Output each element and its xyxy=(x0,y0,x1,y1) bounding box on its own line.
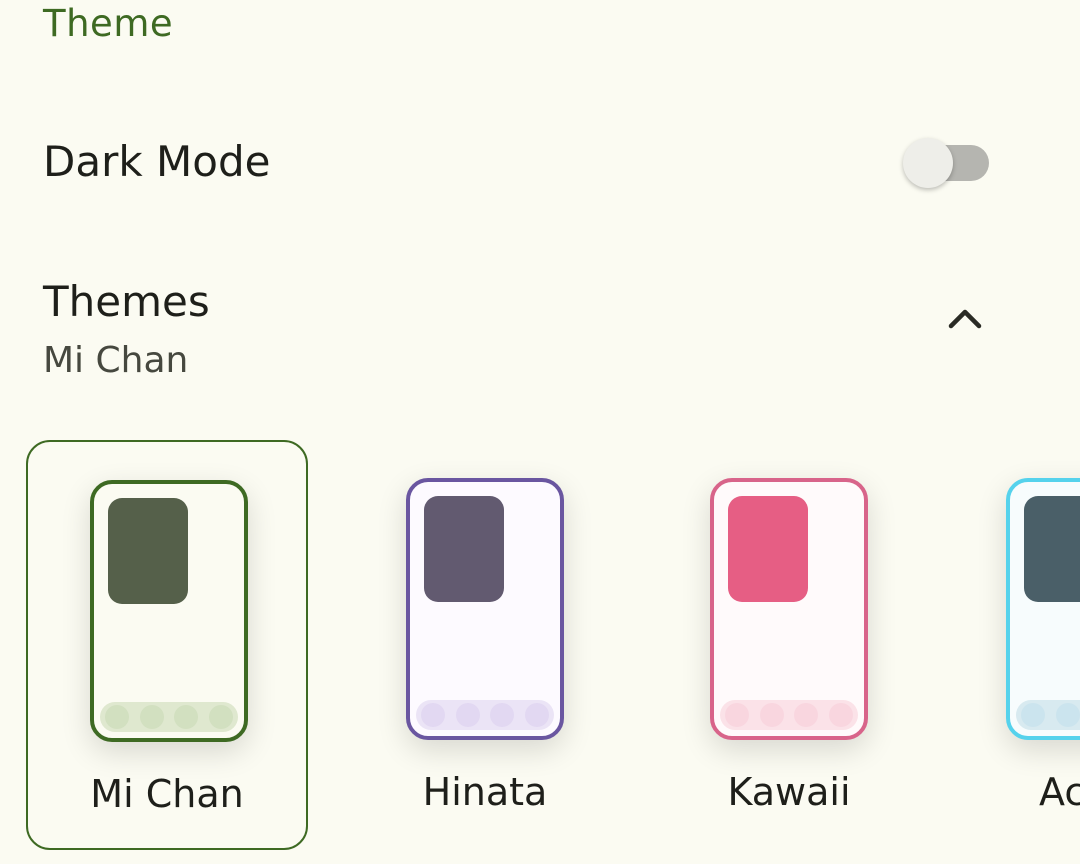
toggle-thumb xyxy=(903,138,953,188)
preview-block xyxy=(424,496,504,602)
theme-preview xyxy=(406,478,564,740)
theme-name: Mi Chan xyxy=(90,772,244,816)
preview-nav-dot xyxy=(1021,703,1046,727)
theme-preview xyxy=(1006,478,1080,740)
theme-name: Hinata xyxy=(422,770,548,814)
preview-nav-dot xyxy=(1055,703,1080,727)
preview-nav-dot xyxy=(139,705,164,729)
preview-nav-bar xyxy=(1016,700,1080,730)
dark-mode-row[interactable]: Dark Mode xyxy=(0,110,1080,220)
preview-nav-dot xyxy=(421,703,446,727)
dark-mode-label: Dark Mode xyxy=(43,137,271,186)
chevron-up-icon[interactable] xyxy=(945,302,985,332)
preview-nav-dot xyxy=(828,703,853,727)
dark-mode-toggle[interactable] xyxy=(903,138,989,188)
theme-card-kawaii[interactable]: Kawaii xyxy=(648,440,930,850)
section-title: Theme xyxy=(43,2,174,45)
preview-block xyxy=(108,498,188,604)
preview-block xyxy=(1024,496,1080,602)
theme-settings-page: Theme Dark Mode Themes Mi Chan Mi Chan H… xyxy=(0,0,1080,864)
preview-nav-dot xyxy=(759,703,784,727)
theme-preview xyxy=(90,480,248,742)
theme-name: Kawaii xyxy=(727,770,851,814)
preview-nav-bar xyxy=(720,700,858,730)
preview-nav-dot xyxy=(794,703,819,727)
theme-preview xyxy=(710,478,868,740)
preview-nav-dot xyxy=(725,703,750,727)
preview-nav-dot xyxy=(524,703,549,727)
preview-nav-bar xyxy=(100,702,238,732)
preview-nav-dot xyxy=(455,703,480,727)
preview-nav-dot xyxy=(174,705,199,729)
theme-card-ac[interactable]: Ac xyxy=(944,440,1080,850)
themes-row[interactable]: Themes Mi Chan xyxy=(0,262,1080,392)
theme-card-hinata[interactable]: Hinata xyxy=(344,440,626,850)
preview-nav-bar xyxy=(416,700,554,730)
preview-nav-dot xyxy=(105,705,130,729)
themes-label: Themes xyxy=(43,277,210,326)
preview-nav-dot xyxy=(208,705,233,729)
preview-block xyxy=(728,496,808,602)
themes-list: Mi Chan Hinata Kawaii Ac xyxy=(0,440,1080,864)
theme-name: Ac xyxy=(1039,770,1080,814)
theme-card-mi-chan[interactable]: Mi Chan xyxy=(26,440,308,850)
current-theme-label: Mi Chan xyxy=(43,340,189,381)
preview-nav-dot xyxy=(490,703,515,727)
